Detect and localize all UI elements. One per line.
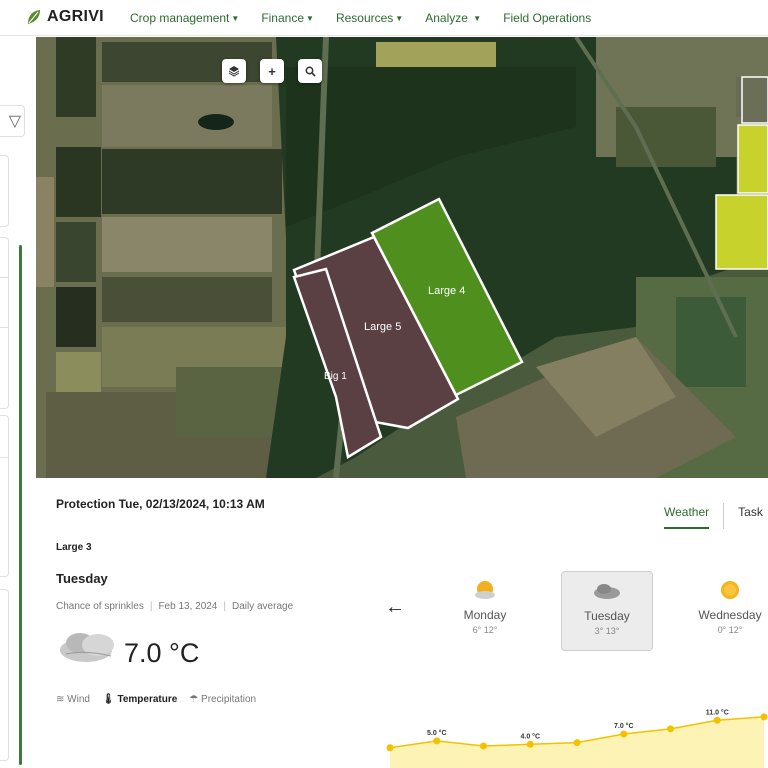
temperature-data-label: 7.0 °C: [614, 722, 634, 730]
divider: [0, 327, 8, 328]
nav-resources[interactable]: Resources ▼: [336, 11, 403, 25]
sidebar-card[interactable]: [0, 589, 9, 761]
forecast-range: 6° 12°: [472, 625, 498, 635]
forecast-day: Monday: [463, 608, 507, 622]
toggle-wind[interactable]: ≋ Wind: [56, 694, 90, 705]
forecast-day: Tuesday: [584, 609, 630, 623]
toggle-precipitation[interactable]: ☂ Precipitation: [189, 694, 256, 705]
meta-average: Daily average: [231, 601, 294, 612]
temperature-point[interactable]: [713, 716, 721, 724]
cloudy-icon: [562, 580, 652, 602]
filter-button[interactable]: ▽: [0, 105, 25, 137]
temperature-data-label: 11.0 °C: [706, 708, 729, 716]
meta-condition: Chance of sprinkles: [56, 601, 144, 612]
caret-down-icon: ▼: [473, 14, 482, 23]
sidebar-card[interactable]: [0, 415, 9, 577]
sunny-icon: [684, 579, 768, 601]
logo-text: AGRIVI: [47, 8, 104, 25]
search-button[interactable]: [298, 59, 322, 83]
meta-date: Feb 13, 2024: [158, 601, 218, 612]
search-icon: [305, 66, 316, 77]
temperature-point[interactable]: [433, 737, 441, 745]
separator: |: [223, 601, 226, 612]
temperature-point[interactable]: [760, 713, 768, 721]
protection-timestamp: Protection Tue, 02/13/2024, 10:13 AM: [56, 497, 265, 511]
sidebar-card[interactable]: [0, 237, 9, 409]
toggle-temperature[interactable]: 🌡 Temperature: [102, 694, 177, 705]
agrivi-logo[interactable]: AGRIVI: [26, 8, 104, 26]
tab-divider: [723, 503, 725, 529]
field-label-big-1[interactable]: Big 1: [324, 371, 347, 382]
nav-analyze[interactable]: Analyze ▼: [425, 11, 481, 25]
temperature-point[interactable]: [667, 725, 674, 733]
tab-weather[interactable]: Weather: [664, 505, 710, 529]
back-arrow-icon[interactable]: ←: [385, 596, 405, 619]
wind-icon: ≋: [56, 694, 65, 705]
zoom-in-button[interactable]: +: [260, 59, 284, 83]
weather-meta: Chance of sprinkles | Feb 13, 2024 | Dai…: [56, 601, 293, 612]
temperature-point[interactable]: [620, 730, 628, 738]
field-label-large-4[interactable]: Large 4: [428, 285, 465, 297]
layers-icon: [228, 66, 240, 77]
forecast-tuesday[interactable]: Tuesday 3° 13°: [561, 571, 653, 651]
temperature-point[interactable]: [480, 742, 487, 750]
tab-task[interactable]: Task: [738, 505, 763, 529]
thermometer-icon: 🌡: [101, 694, 115, 705]
cloudy-icon: [56, 628, 126, 673]
leaf-logo-icon: [28, 10, 40, 24]
divider: [0, 277, 8, 278]
nav-field-operations[interactable]: Field Operations: [503, 11, 591, 25]
chart-metric-toggles: ≋ Wind 🌡 Temperature ☂ Precipitation: [56, 694, 256, 705]
umbrella-icon: ☂: [189, 694, 199, 705]
filter-icon: ▽: [8, 113, 21, 130]
layers-button[interactable]: [222, 59, 246, 83]
satellite-map[interactable]: Large 4 Large 5 Big 1 +: [36, 37, 768, 478]
sidebar-card[interactable]: [0, 155, 9, 227]
nav-crop-management[interactable]: Crop management ▼: [130, 11, 239, 25]
weather-panel: Protection Tue, 02/13/2024, 10:13 AM Wea…: [36, 478, 768, 768]
caret-down-icon: ▼: [306, 14, 314, 23]
caret-down-icon: ▼: [395, 14, 404, 23]
partly-sunny-icon: [439, 579, 531, 601]
current-temperature: 7.0 °C: [124, 638, 200, 668]
satellite-imagery: [36, 37, 768, 478]
temperature-point[interactable]: [526, 740, 534, 748]
temperature-chart: 5.0 °C 4.0 °C 7.0 °C 11.0 °C: [386, 708, 768, 768]
temperature-data-label: 4.0 °C: [520, 732, 540, 740]
forecast-wednesday[interactable]: Wednesday 0° 12°: [684, 571, 768, 651]
temperature-data-label: 5.0 °C: [427, 729, 447, 737]
field-name: Large 3: [56, 542, 92, 553]
left-sidebar: ▽: [0, 37, 37, 768]
field-label-large-5[interactable]: Large 5: [364, 321, 401, 333]
temperature-point[interactable]: [386, 744, 394, 752]
selected-day: Tuesday: [56, 571, 108, 586]
temperature-point[interactable]: [573, 739, 581, 747]
top-navigation: AGRIVI Crop management ▼ Finance ▼ Resourc…: [0, 0, 768, 36]
forecast-day: Wednesday: [698, 608, 762, 622]
forecast-monday[interactable]: Monday 6° 12°: [439, 571, 531, 651]
forecast-range: 0° 12°: [717, 625, 743, 635]
caret-down-icon: ▼: [231, 14, 240, 23]
separator: |: [149, 601, 153, 612]
nav-finance[interactable]: Finance ▼: [261, 11, 314, 25]
scrollbar-thumb[interactable]: [19, 245, 22, 765]
plus-icon: +: [268, 63, 276, 79]
divider: [0, 457, 8, 458]
forecast-range: 3° 13°: [594, 626, 620, 636]
